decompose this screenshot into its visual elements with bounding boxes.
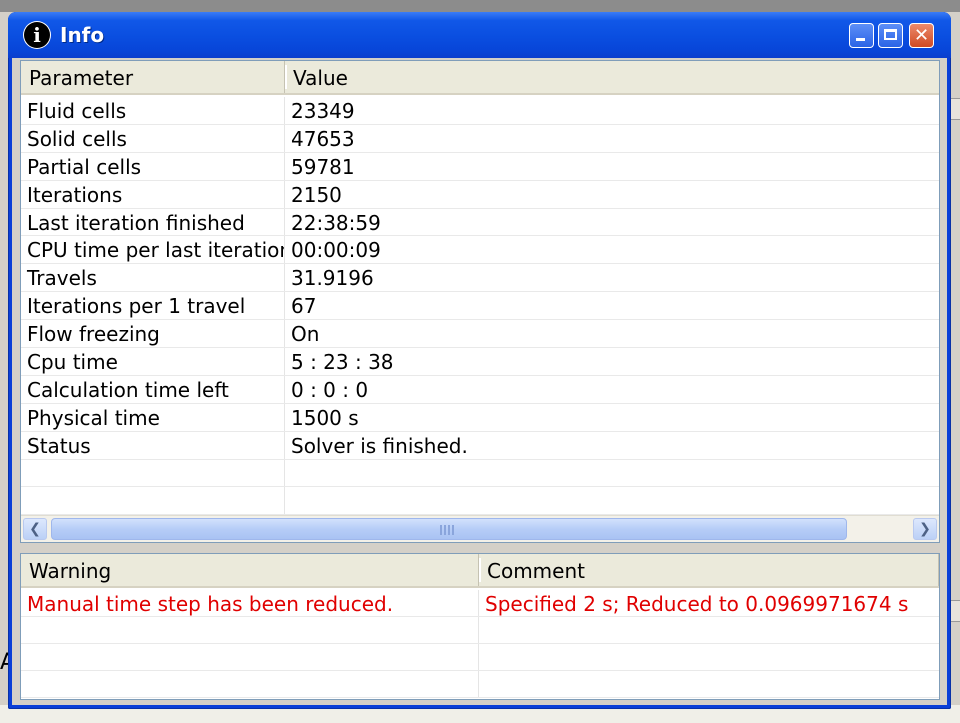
title-bar[interactable]: i Info ✕ (8, 12, 951, 58)
table-row[interactable]: Partial cells 59781 (21, 152, 939, 181)
parameter-value: 47653 (291, 126, 355, 151)
table-row[interactable]: Last iteration finished 22:38:59 (21, 208, 939, 237)
table-row[interactable]: Status Solver is finished. (21, 431, 939, 460)
table-row[interactable]: Iterations 2150 (21, 180, 939, 209)
warning-list[interactable]: Warning Comment Manual time step has bee… (20, 553, 940, 700)
parameter-value: 2150 (291, 182, 342, 207)
warning-comment (479, 671, 939, 697)
parameter-name: Physical time (21, 403, 285, 431)
table-row[interactable] (21, 487, 939, 516)
parameter-name (21, 459, 285, 487)
warning-comment: Specified 2 s; Reduced to 0.0969971674 s (485, 592, 909, 616)
window-title: Info (60, 23, 105, 47)
background-window-button (950, 600, 960, 622)
parameter-name: Status (21, 431, 285, 459)
window-client-area: Parameter Value Fluid cells 23349 Solid ce… (12, 58, 947, 705)
parameter-value: 67 (291, 294, 317, 319)
scroll-left-button[interactable]: ❮ (23, 518, 47, 540)
warning-list-header: Warning Comment (21, 554, 939, 588)
parameter-list[interactable]: Parameter Value Fluid cells 23349 Solid ce… (20, 60, 940, 543)
close-icon: ✕ (913, 25, 930, 46)
scroll-right-button[interactable]: ❯ (913, 518, 937, 540)
column-header-parameter[interactable]: Parameter (21, 61, 287, 93)
parameter-name (21, 487, 285, 515)
column-header-warning[interactable]: Warning (21, 554, 481, 586)
column-header-value[interactable]: Value (285, 61, 939, 93)
parameter-name: Cpu time (21, 348, 285, 375)
horizontal-scrollbar[interactable]: ❮ ❯ (21, 515, 939, 542)
warning-text: Manual time step has been reduced. (21, 590, 479, 616)
table-row[interactable]: Calculation time left 0 : 0 : 0 (21, 375, 939, 404)
parameter-name: Solid cells (21, 124, 285, 152)
table-row[interactable] (21, 671, 939, 698)
parameter-value: 00:00:09 (291, 238, 381, 263)
table-row[interactable] (21, 644, 939, 671)
parameter-value (285, 487, 939, 514)
maximize-button[interactable] (878, 23, 903, 48)
info-window: i Info ✕ Parameter Value Fluid cells 2334… (8, 12, 951, 709)
parameter-name: Calculation time left (21, 375, 285, 403)
parameter-value: 22:38:59 (291, 210, 381, 235)
scrollbar-thumb[interactable] (51, 518, 847, 540)
minimize-button[interactable] (849, 23, 874, 48)
maximize-icon (884, 29, 897, 40)
warning-text (21, 617, 479, 643)
parameter-list-header: Parameter Value (21, 61, 939, 95)
parameter-value: 59781 (291, 154, 355, 179)
parameter-name: CPU time per last iteration (21, 236, 285, 264)
parameter-name: Last iteration finished (21, 208, 285, 236)
minimize-icon (856, 38, 865, 41)
table-row[interactable] (21, 617, 939, 644)
warning-comment (479, 644, 939, 670)
close-button[interactable]: ✕ (909, 23, 934, 48)
table-row[interactable]: Manual time step has been reduced. Specif… (21, 590, 939, 617)
parameter-value: 31.9196 (291, 266, 374, 291)
table-row[interactable]: Fluid cells 23349 (21, 97, 939, 125)
parameter-rows: Fluid cells 23349 Solid cells 47653 Partial … (21, 97, 939, 516)
table-row[interactable]: Solid cells 47653 (21, 124, 939, 153)
table-row[interactable]: Cpu time 5 : 23 : 38 (21, 348, 939, 376)
parameter-value: On (291, 322, 320, 347)
parameter-value: 5 : 23 : 38 (291, 350, 394, 375)
table-row[interactable]: Physical time 1500 s (21, 403, 939, 432)
parameter-name: Partial cells (21, 152, 285, 180)
parameter-name: Travels (21, 264, 285, 292)
parameter-value: 1500 s (291, 405, 359, 430)
column-header-comment[interactable]: Comment (479, 554, 939, 586)
parameter-name: Fluid cells (21, 97, 285, 124)
scrollbar-grip (440, 525, 454, 535)
parameter-value: 0 : 0 : 0 (291, 377, 369, 402)
parameter-name: Iterations per 1 travel (21, 292, 285, 320)
table-row[interactable]: Flow freezing On (21, 320, 939, 349)
chevron-left-icon: ❮ (29, 521, 41, 537)
table-row[interactable]: Iterations per 1 travel 67 (21, 292, 939, 321)
warning-comment (479, 617, 939, 643)
parameter-value: 23349 (291, 99, 355, 123)
table-row[interactable] (21, 459, 939, 488)
parameter-value (285, 460, 939, 487)
background-window-button (950, 98, 960, 120)
warning-text (21, 644, 479, 670)
table-row[interactable]: CPU time per last iteration 00:00:09 (21, 236, 939, 265)
warning-rows: Manual time step has been reduced. Specif… (21, 590, 939, 698)
table-row[interactable]: Travels 31.9196 (21, 264, 939, 293)
chevron-right-icon: ❯ (919, 521, 931, 537)
info-icon: i (24, 22, 50, 48)
desktop-background (0, 0, 960, 12)
warning-text (21, 671, 479, 697)
parameter-name: Flow freezing (21, 320, 285, 348)
parameter-name: Iterations (21, 180, 285, 208)
parameter-value: Solver is finished. (291, 433, 468, 458)
